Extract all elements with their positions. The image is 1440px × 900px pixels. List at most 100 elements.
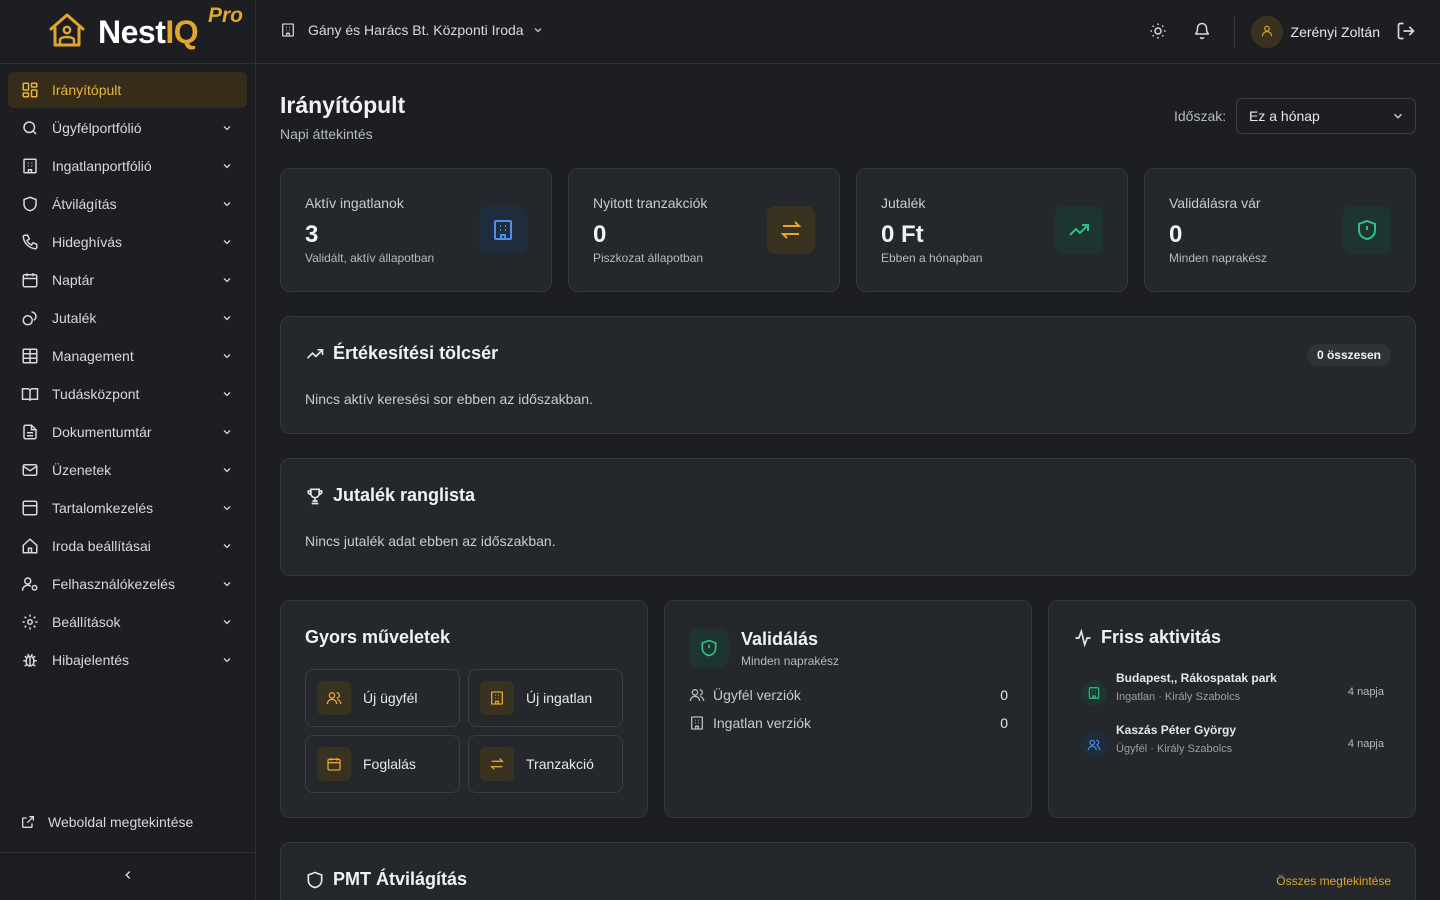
coins-icon — [20, 308, 40, 328]
stat-card-commission[interactable]: Jutalék 0 Ft Ebben a hónapban — [856, 168, 1128, 292]
booking-button[interactable]: Foglalás — [305, 735, 460, 793]
activity-date: 4 napja — [1347, 686, 1384, 698]
leaderboard-empty-text: Nincs jutalék adat ebben az időszakban. — [305, 533, 556, 549]
validation-row-client-versions[interactable]: Ügyfél verziók 0 — [689, 687, 1008, 703]
sidebar-item-label: Iroda beállításai — [52, 538, 151, 554]
search-icon — [20, 118, 40, 138]
brand-name-part1: Nest — [98, 14, 166, 50]
view-all-link[interactable]: Összes megtekintése — [1276, 874, 1391, 888]
notifications-button[interactable] — [1184, 14, 1220, 50]
office-name: Gány és Harács Bt. Központi Iroda — [308, 22, 524, 38]
trophy-icon — [305, 486, 325, 506]
new-client-label: Új ügyfél — [363, 690, 418, 706]
period-select[interactable]: Ez a hónap — [1236, 98, 1416, 134]
sidebar-item-uzenetek[interactable]: Üzenetek — [8, 452, 247, 488]
gear-icon — [20, 612, 40, 632]
activity-icon — [1073, 628, 1093, 648]
transaction-button[interactable]: Tranzakció — [468, 735, 623, 793]
activity-subtitle: Ingatlan · Király Szabolcs — [1116, 691, 1241, 703]
sidebar-item-hideghivas[interactable]: Hideghívás — [8, 224, 247, 260]
sun-icon — [1149, 22, 1167, 43]
sidebar-item-atvilagitas[interactable]: Átvilágítás — [8, 186, 247, 222]
sidebar-item-tudaskozpont[interactable]: Tudásközpont — [8, 376, 247, 412]
chevron-left-icon — [121, 868, 135, 885]
sidebar-item-dokumentumtar[interactable]: Dokumentumtár — [8, 414, 247, 450]
sales-funnel-title: Értékesítési tölcsér — [305, 343, 498, 364]
stat-value: 0 — [1169, 221, 1183, 248]
validation-row-property-versions[interactable]: Ingatlan verziók 0 — [689, 715, 1008, 731]
sidebar-item-label: Beállítások — [52, 614, 121, 630]
sidebar-item-iranyitopult[interactable]: Irányítópult — [8, 72, 247, 108]
external-link-icon — [20, 814, 36, 830]
view-website-link[interactable]: Weboldal megtekintése — [20, 814, 193, 830]
trending-up-icon — [305, 344, 325, 364]
stat-label: Aktív ingatlanok — [305, 195, 404, 211]
sidebar-item-iroda-beallitasai[interactable]: Iroda beállításai — [8, 528, 247, 564]
chevron-down-icon — [219, 652, 235, 668]
sidebar-item-label: Felhasználókezelés — [52, 576, 175, 592]
brand-edition: Pro — [208, 4, 244, 27]
stat-card-active-properties[interactable]: Aktív ingatlanok 3 Validált, aktív állap… — [280, 168, 552, 292]
new-client-button[interactable]: Új ügyfél — [305, 669, 460, 727]
sidebar-item-label: Hibajelentés — [52, 652, 130, 668]
validation-row-label: Ügyfél verziók — [713, 687, 801, 703]
validation-row-count: 0 — [1000, 715, 1008, 731]
activity-title: Kaszás Péter György — [1116, 723, 1237, 737]
sidebar: NestIQ Pro Irányítópult Ügyfélportfólió … — [0, 0, 256, 900]
sidebar-item-felhasznalokezeles[interactable]: Felhasználókezelés — [8, 566, 247, 602]
brand-logo[interactable]: NestIQ Pro — [0, 0, 255, 64]
sidebar-item-hibajelentes[interactable]: Hibajelentés — [8, 642, 247, 678]
user-name[interactable]: Zerényi Zoltán — [1291, 24, 1380, 40]
arrows-swap-icon — [480, 747, 514, 781]
building-icon — [20, 156, 40, 176]
bug-icon — [20, 650, 40, 670]
chevron-down-icon — [219, 500, 235, 516]
chevron-down-icon — [219, 348, 235, 364]
page-subtitle: Napi áttekintés — [280, 126, 373, 142]
recent-activity-title: Friss aktivitás — [1073, 627, 1221, 648]
sidebar-item-label: Naptár — [52, 272, 95, 288]
chevron-down-icon — [219, 234, 235, 250]
theme-toggle-button[interactable] — [1140, 14, 1176, 50]
validation-row-label: Ingatlan verziók — [713, 715, 812, 731]
sidebar-item-label: Tartalomkezelés — [52, 500, 154, 516]
sidebar-item-tartalomkezeles[interactable]: Tartalomkezelés — [8, 490, 247, 526]
sidebar-item-label: Management — [52, 348, 134, 364]
building-icon — [280, 22, 296, 38]
file-text-icon — [20, 422, 40, 442]
period-label: Időszak: — [1174, 108, 1227, 124]
sidebar-item-beallitasok[interactable]: Beállítások — [8, 604, 247, 640]
chevron-down-icon — [219, 386, 235, 402]
sidebar-item-ingatlanportfolio[interactable]: Ingatlanportfólió — [8, 148, 247, 184]
collapse-sidebar-button[interactable] — [0, 852, 255, 900]
building-icon — [480, 681, 514, 715]
activity-title: Budapest,, Rákospatak park — [1116, 671, 1277, 685]
leaderboard-title-text: Jutalék ranglista — [333, 485, 476, 505]
stat-description: Validált, aktív állapotban — [305, 251, 435, 265]
brand-name: NestIQ — [98, 14, 199, 51]
view-website-label: Weboldal megtekintése — [48, 814, 194, 830]
logout-icon[interactable] — [1396, 21, 1416, 44]
user-cog-icon — [20, 574, 40, 594]
chevron-down-icon — [219, 576, 235, 592]
office-selector[interactable]: Gány és Harács Bt. Központi Iroda — [280, 22, 544, 38]
validation-row-count: 0 — [1000, 687, 1008, 703]
new-property-label: Új ingatlan — [526, 690, 593, 706]
avatar[interactable] — [1250, 16, 1283, 48]
sidebar-item-jutalek[interactable]: Jutalék — [8, 300, 247, 336]
activity-subtitle: Ügyfél · Király Szabolcs — [1116, 743, 1233, 755]
stat-description: Piszkozat állapotban — [593, 251, 704, 265]
table-icon — [20, 346, 40, 366]
stat-card-pending-validation[interactable]: Validálásra vár 0 Minden naprakész — [1144, 168, 1416, 292]
chevron-down-icon — [219, 196, 235, 212]
sidebar-item-management[interactable]: Management — [8, 338, 247, 374]
pmt-audit-title: PMT Átvilágítás — [305, 869, 467, 890]
new-property-button[interactable]: Új ingatlan — [468, 669, 623, 727]
transaction-label: Tranzakció — [526, 756, 594, 772]
sidebar-item-naptar[interactable]: Naptár — [8, 262, 247, 298]
recent-activity-title-text: Friss aktivitás — [1101, 627, 1222, 647]
sidebar-item-ugyfelportfolio[interactable]: Ügyfélportfólió — [8, 110, 247, 146]
chevron-down-icon — [532, 24, 544, 36]
stat-card-open-transactions[interactable]: Nyitott tranzakciók 0 Piszkozat állapotb… — [568, 168, 840, 292]
house-logo-icon — [49, 13, 85, 47]
